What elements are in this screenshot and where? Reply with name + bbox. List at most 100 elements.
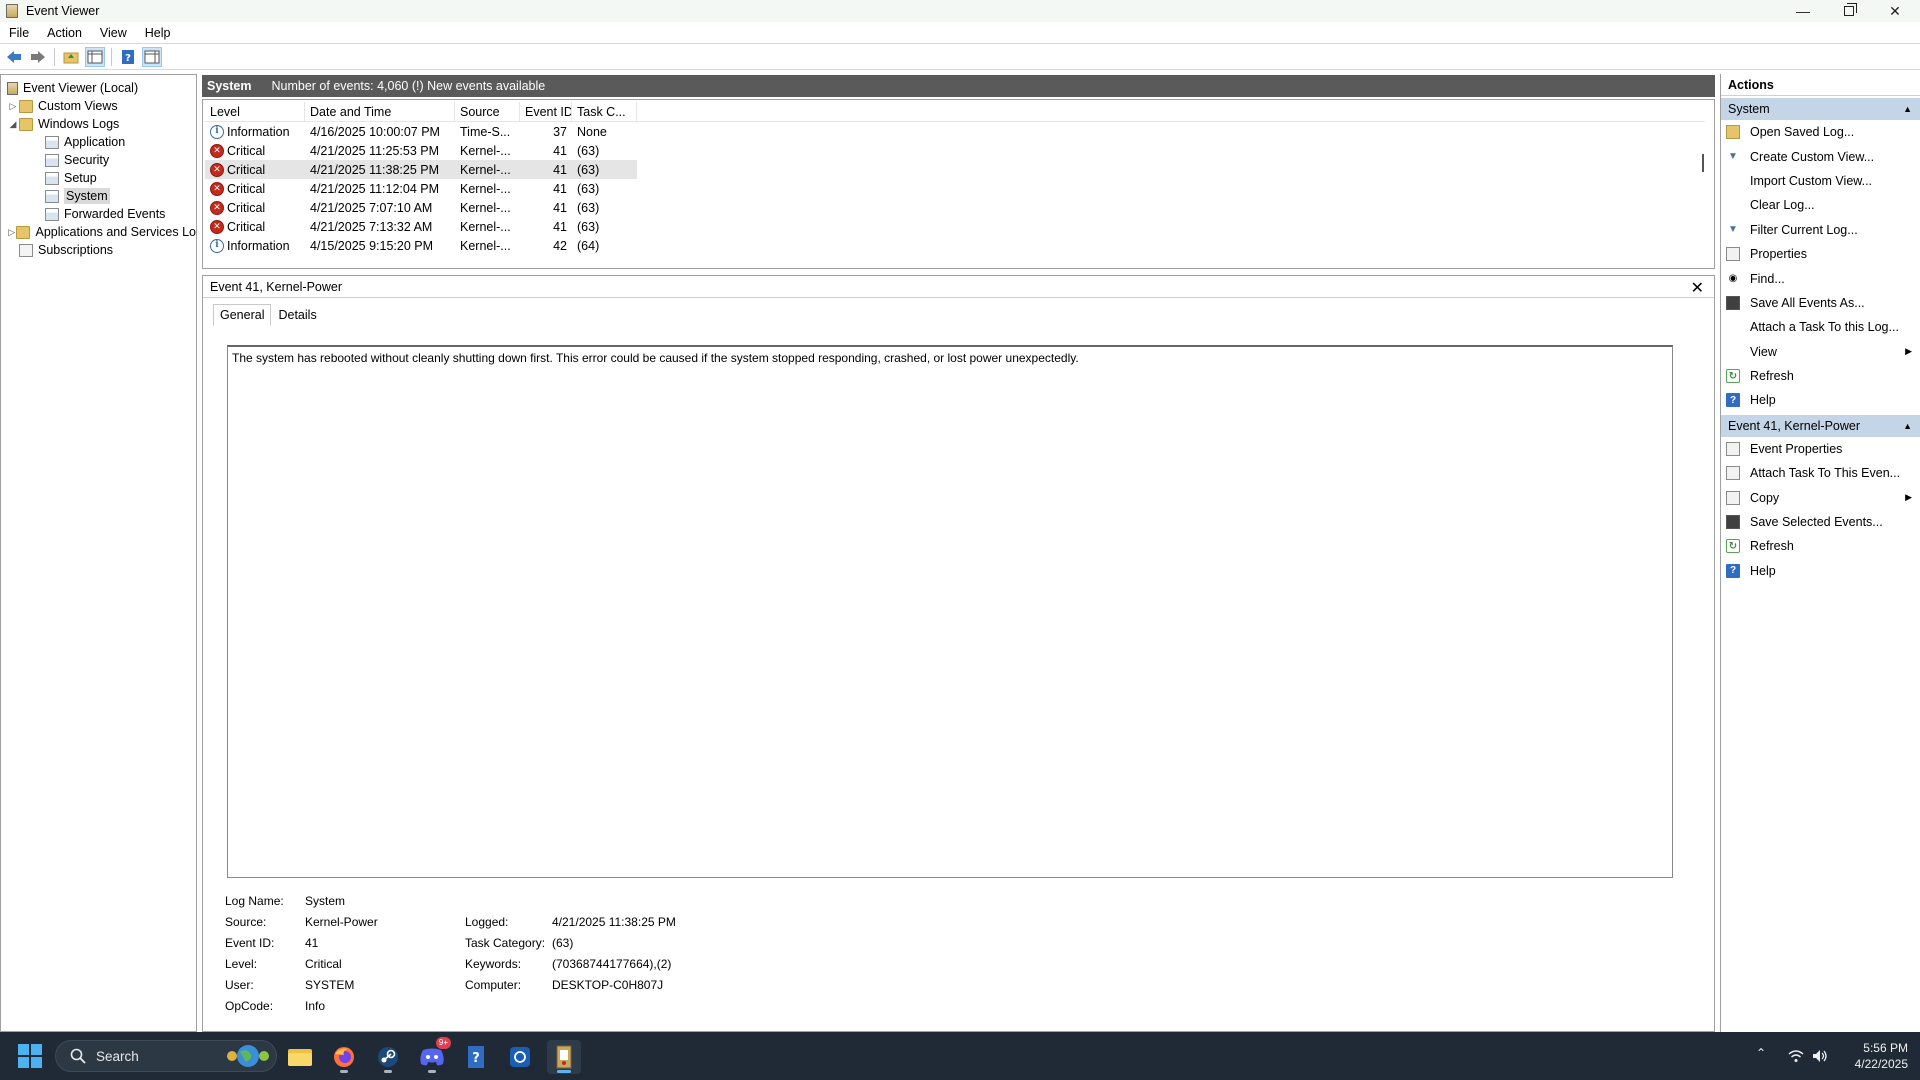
tree-item-windows-logs[interactable]: ◢ Windows Logs bbox=[1, 115, 196, 133]
actions-section-system[interactable]: System ▲ bbox=[1721, 98, 1920, 120]
table-row[interactable]: i Information 4/15/2025 9:15:20 PM Kernel… bbox=[205, 236, 637, 255]
column-header-source[interactable]: Source bbox=[455, 101, 520, 122]
show-hide-action-pane-button[interactable] bbox=[142, 47, 162, 67]
volume-icon[interactable] bbox=[1812, 1049, 1828, 1063]
tree-item-applications-and-services[interactable]: ▷ Applications and Services Lo bbox=[1, 223, 196, 241]
column-header-date[interactable]: Date and Time bbox=[305, 101, 455, 122]
collapse-chevron-icon[interactable]: ◢ bbox=[7, 119, 19, 130]
taskbar-event-viewer[interactable] bbox=[547, 1040, 581, 1074]
action-open-saved-log[interactable]: Open Saved Log... bbox=[1721, 120, 1920, 144]
table-row[interactable]: i Information 4/16/2025 10:00:07 PM Time-… bbox=[205, 122, 637, 141]
action-save-all-events[interactable]: Save All Events As... bbox=[1721, 291, 1920, 315]
start-button[interactable] bbox=[18, 1044, 42, 1068]
action-properties[interactable]: Properties bbox=[1721, 242, 1920, 266]
event-message[interactable]: The system has rebooted without cleanly … bbox=[227, 345, 1673, 878]
show-hidden-icons-button[interactable]: ⌃ bbox=[1756, 1046, 1766, 1060]
tree-item-security[interactable]: Security bbox=[1, 151, 196, 169]
event-id-value[interactable]: 41 bbox=[305, 936, 318, 950]
expand-chevron-icon[interactable]: ▷ bbox=[7, 227, 16, 238]
cell-task: (63) bbox=[577, 181, 600, 196]
table-row-selected[interactable]: ✕ Critical 4/21/2025 11:38:25 PM Kernel-.… bbox=[205, 160, 637, 179]
action-copy[interactable]: Copy ▶ bbox=[1721, 485, 1920, 509]
table-row[interactable]: ✕ Critical 4/21/2025 11:12:04 PM Kernel-.… bbox=[205, 179, 637, 198]
taskbar-discord[interactable]: 9+ bbox=[415, 1037, 451, 1074]
menu-action[interactable]: Action bbox=[38, 26, 91, 40]
tab-details[interactable]: Details bbox=[271, 304, 323, 326]
tree-item-custom-views[interactable]: ▷ Custom Views bbox=[1, 97, 196, 115]
forward-button[interactable] bbox=[28, 47, 48, 67]
minimize-button[interactable]: — bbox=[1780, 0, 1826, 22]
action-save-selected-events[interactable]: Save Selected Events... bbox=[1721, 510, 1920, 534]
taskbar-help-app[interactable]: ? bbox=[459, 1040, 493, 1074]
back-button[interactable] bbox=[4, 47, 24, 67]
action-view[interactable]: View ▶ bbox=[1721, 340, 1920, 364]
windows-logo-icon bbox=[31, 1057, 42, 1068]
taskbar-remote-app[interactable] bbox=[503, 1040, 537, 1074]
action-help-event[interactable]: ? Help bbox=[1721, 559, 1920, 583]
table-row[interactable]: ✕ Critical 4/21/2025 7:07:10 AM Kernel-..… bbox=[205, 198, 637, 217]
taskbar-search[interactable]: Search bbox=[55, 1040, 277, 1072]
folder-icon bbox=[19, 117, 33, 131]
action-filter-current-log[interactable]: ▼ Filter Current Log... bbox=[1721, 218, 1920, 242]
source-value[interactable]: Kernel-Power bbox=[305, 915, 378, 929]
close-detail-icon[interactable]: ✕ bbox=[1691, 278, 1704, 298]
collapse-section-icon[interactable]: ▲ bbox=[1903, 421, 1912, 431]
column-header-task-category[interactable]: Task C... bbox=[572, 101, 637, 122]
wifi-icon[interactable] bbox=[1788, 1049, 1804, 1063]
table-row[interactable]: ✕ Critical 4/21/2025 11:25:53 PM Kernel-.… bbox=[205, 141, 637, 160]
events-scrollbar-thumb[interactable] bbox=[1702, 154, 1704, 172]
tree-item-system[interactable]: System bbox=[1, 187, 196, 205]
logged-value[interactable]: 4/21/2025 11:38:25 PM bbox=[552, 915, 676, 929]
tree-item-root[interactable]: Event Viewer (Local) bbox=[1, 79, 196, 97]
action-create-custom-view[interactable]: ▼ Create Custom View... bbox=[1721, 144, 1920, 168]
opcode-value[interactable]: Info bbox=[305, 999, 325, 1013]
action-label: Properties bbox=[1750, 247, 1807, 262]
close-window-button[interactable]: ✕ bbox=[1872, 0, 1918, 22]
blank-icon bbox=[1726, 345, 1740, 359]
action-help[interactable]: ? Help bbox=[1721, 388, 1920, 412]
taskbar-firefox[interactable] bbox=[327, 1040, 361, 1074]
action-find[interactable]: ◉ Find... bbox=[1721, 266, 1920, 290]
show-hide-console-tree-button[interactable] bbox=[85, 47, 105, 67]
actions-section-event[interactable]: Event 41, Kernel-Power ▲ bbox=[1721, 414, 1920, 437]
table-row[interactable]: ✕ Critical 4/21/2025 7:13:32 AM Kernel-..… bbox=[205, 217, 637, 236]
restore-button[interactable] bbox=[1826, 0, 1872, 22]
actions-pane: Actions System ▲ Open Saved Log... ▼ Crea… bbox=[1720, 74, 1920, 1032]
tree-item-subscriptions[interactable]: Subscriptions bbox=[1, 241, 196, 259]
level-value[interactable]: Critical bbox=[305, 957, 342, 971]
column-header-event-id[interactable]: Event ID bbox=[520, 101, 572, 122]
action-event-properties[interactable]: Event Properties bbox=[1721, 437, 1920, 461]
taskbar-steam[interactable] bbox=[371, 1040, 405, 1074]
cell-event-id: 41 bbox=[553, 162, 567, 177]
action-attach-task-to-log[interactable]: Attach a Task To this Log... bbox=[1721, 315, 1920, 339]
log-name-value[interactable]: System bbox=[305, 894, 345, 908]
column-header-level[interactable]: Level bbox=[205, 101, 305, 122]
tab-general[interactable]: General bbox=[213, 304, 272, 326]
action-label: Refresh bbox=[1750, 369, 1794, 384]
help-toolbar-button[interactable]: ? bbox=[118, 47, 138, 67]
action-refresh-event[interactable]: ↻ Refresh bbox=[1721, 534, 1920, 558]
tree-item-forwarded-events[interactable]: Forwarded Events bbox=[1, 205, 196, 223]
computer-value[interactable]: DESKTOP-C0H807J bbox=[552, 978, 663, 992]
tree-item-setup[interactable]: Setup bbox=[1, 169, 196, 187]
steam-icon bbox=[378, 1047, 398, 1067]
system-clock[interactable]: 5:56 PM 4/22/2025 bbox=[1838, 1040, 1908, 1072]
action-clear-log[interactable]: Clear Log... bbox=[1721, 193, 1920, 217]
collapse-section-icon[interactable]: ▲ bbox=[1903, 104, 1912, 114]
keywords-value[interactable]: (70368744177664),(2) bbox=[552, 957, 671, 971]
tree-item-application[interactable]: Application bbox=[1, 133, 196, 151]
action-attach-task-to-event[interactable]: Attach Task To This Even... bbox=[1721, 461, 1920, 485]
cell-task: (63) bbox=[577, 200, 600, 215]
action-import-custom-view[interactable]: Import Custom View... bbox=[1721, 169, 1920, 193]
menu-file[interactable]: File bbox=[0, 26, 38, 40]
expand-chevron-icon[interactable]: ▷ bbox=[7, 101, 19, 112]
task-category-value[interactable]: (63) bbox=[552, 936, 573, 950]
up-folder-button[interactable] bbox=[61, 47, 81, 67]
action-refresh[interactable]: ↻ Refresh bbox=[1721, 364, 1920, 388]
menu-view[interactable]: View bbox=[91, 26, 136, 40]
taskbar-file-explorer[interactable] bbox=[283, 1040, 317, 1074]
cell-task: (63) bbox=[577, 162, 600, 177]
menu-help[interactable]: Help bbox=[136, 26, 180, 40]
cell-level: Critical bbox=[227, 162, 266, 177]
user-value[interactable]: SYSTEM bbox=[305, 978, 354, 992]
